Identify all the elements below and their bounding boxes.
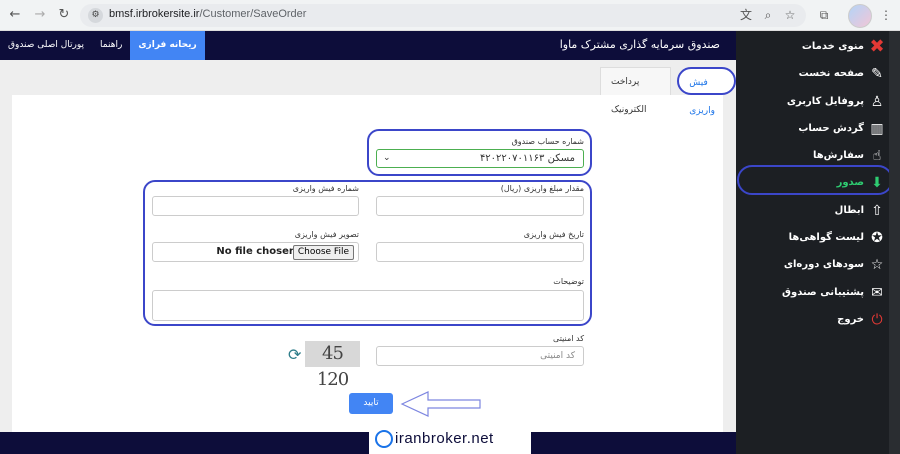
sidebar-item-profile[interactable]: ♙ پروفایل کاربری	[736, 89, 900, 116]
bookmark-star-icon[interactable]: ☆	[781, 6, 799, 24]
tab-electronic-payment[interactable]: پرداخت الکترونیک	[600, 67, 672, 115]
annotation-outline-fields	[143, 180, 592, 326]
forward-icon[interactable]: →	[31, 6, 49, 24]
sidebar-item-services-menu[interactable]: ✖ منوی خدمات	[736, 34, 900, 61]
sidebar-item-label: پشتیبانی صندوق	[782, 287, 864, 298]
trend-logo-icon	[375, 430, 393, 448]
sidebar-item-label: پروفایل کاربری	[786, 96, 864, 107]
url-text[interactable]: bmsf.irbrokersite.ir/Customer/SaveOrder	[109, 8, 306, 20]
form-tabs: پرداخت الکترونیک فیش واریزی	[600, 67, 736, 116]
extensions-icon[interactable]: ⧉	[815, 6, 833, 24]
address-bar[interactable]: ⚙ bmsf.irbrokersite.ir/Customer/SaveOrde…	[80, 4, 806, 27]
sidebar: ✖ منوی خدمات ✎ صفحه نخست ♙ پروفایل کاربر…	[736, 31, 900, 454]
zoom-icon[interactable]: ⌕	[759, 6, 777, 24]
sidebar-item-redemption[interactable]: ⇧ ابطال	[736, 198, 900, 225]
watermark-text: iranbroker.net	[395, 430, 494, 447]
header-link-help[interactable]: راهنما	[92, 31, 130, 60]
annotation-outline-account	[367, 129, 592, 176]
sidebar-item-label: منوی خدمات	[801, 41, 864, 52]
site-title: صندوق سرمایه گذاری مشترک ماوا	[559, 38, 720, 51]
sidebar-item-label: سفارش‌ها	[812, 150, 864, 161]
url-path: /Customer/SaveOrder	[199, 8, 307, 20]
tab-deposit-slip[interactable]: فیش واریزی	[677, 67, 736, 116]
header-links: پورتال اصلی صندوق راهنما ریحانه فرازی	[0, 31, 205, 60]
sidebar-item-home[interactable]: ✎ صفحه نخست	[736, 61, 900, 88]
sidebar-item-label: گردش حساب	[798, 123, 864, 134]
sidebar-item-label: صفحه نخست	[798, 68, 864, 79]
user-icon: ♙	[870, 94, 884, 110]
header-link-user[interactable]: ریحانه فرازی	[130, 31, 205, 60]
sidebar-item-account-turnover[interactable]: ▥ گردش حساب	[736, 116, 900, 143]
header-link-portal[interactable]: پورتال اصلی صندوق	[0, 31, 92, 60]
sidebar-item-support[interactable]: ✉ پشتیبانی صندوق	[736, 280, 900, 307]
close-icon: ✖	[869, 36, 885, 57]
hand-icon: ☝	[872, 148, 882, 164]
sidebar-item-label: سودهای دوره‌ای	[783, 259, 864, 270]
bar-chart-icon: ▥	[870, 121, 884, 137]
refresh-captcha-icon[interactable]: ⟳	[288, 345, 301, 364]
sidebar-item-certificates[interactable]: ✪ لیست گواهی‌ها	[736, 225, 900, 252]
security-code-placeholder: کد امنیتی	[540, 351, 575, 361]
security-code-input[interactable]: کد امنیتی	[376, 346, 584, 366]
sidebar-item-periodic-profits[interactable]: ☆ سودهای دوره‌ای	[736, 252, 900, 279]
home-ticket-icon: ✎	[871, 66, 883, 82]
menu-kebab-icon[interactable]: ⋮	[877, 6, 895, 24]
watermark-logo: iranbroker.net	[369, 425, 531, 454]
arrow-up-icon: ⇧	[871, 203, 883, 219]
mail-icon: ✉	[871, 285, 883, 301]
sidebar-item-label: لیست گواهی‌ها	[788, 232, 864, 243]
profile-avatar[interactable]	[848, 4, 872, 28]
certificate-icon: ✪	[871, 230, 883, 246]
browser-toolbar: ← → ↻ ⚙ bmsf.irbrokersite.ir/Customer/Sa…	[0, 0, 900, 31]
star-icon: ☆	[870, 257, 884, 273]
translate-icon[interactable]: 文	[737, 6, 755, 24]
url-domain: bmsf.irbrokersite.ir	[109, 8, 200, 20]
footer-strip	[0, 432, 736, 454]
power-icon: ⏻	[871, 312, 883, 328]
page-scrollbar[interactable]	[889, 31, 900, 454]
annotation-arrow-icon	[400, 391, 481, 417]
site-header: پورتال اصلی صندوق راهنما ریحانه فرازی صن…	[0, 31, 736, 60]
sidebar-item-label: ابطال	[834, 205, 864, 216]
sidebar-item-logout[interactable]: ⏻ خروج	[736, 307, 900, 334]
submit-button[interactable]: تایید	[349, 393, 393, 414]
back-icon[interactable]: ←	[6, 6, 24, 24]
sidebar-item-label: خروج	[837, 314, 864, 325]
captcha-image: 45 120	[305, 341, 360, 390]
site-info-icon[interactable]: ⚙	[88, 8, 103, 23]
security-code-label: کد امنیتی	[553, 334, 584, 343]
reload-icon[interactable]: ↻	[55, 6, 73, 24]
annotation-outline-issuance	[737, 165, 893, 195]
